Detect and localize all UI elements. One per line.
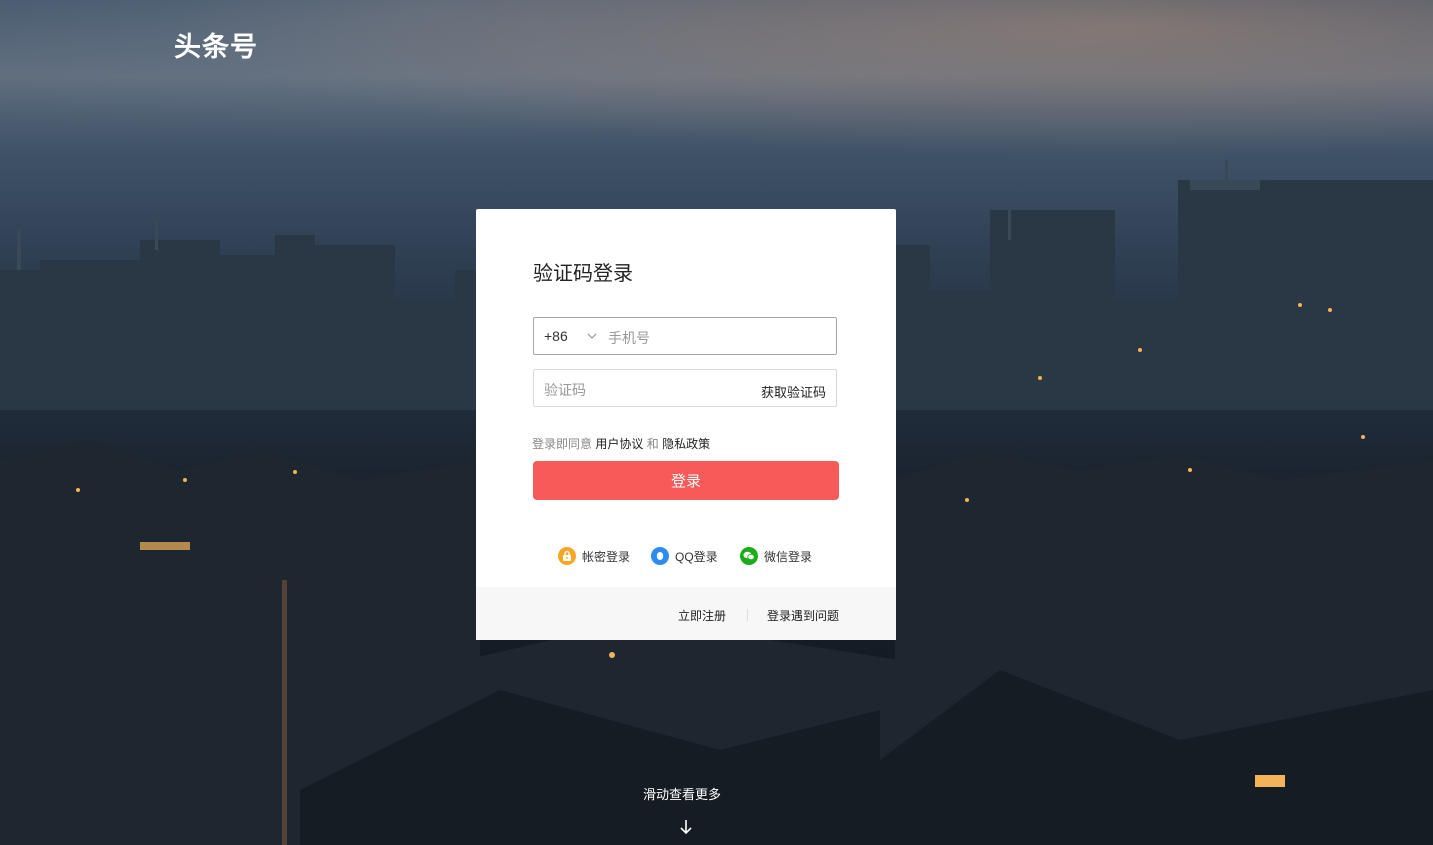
login-card: 验证码登录 +86 手机号 验证码 获取验证码 登录即同意 用户协议 和 隐私政… xyxy=(476,209,896,640)
chevron-down-icon[interactable] xyxy=(586,330,598,342)
get-code-button[interactable]: 获取验证码 xyxy=(761,382,826,401)
password-login-label: 帐密登录 xyxy=(582,549,631,564)
register-link[interactable]: 立即注册 xyxy=(678,607,726,624)
qq-login-option[interactable]: QQ登录 xyxy=(651,547,718,565)
qq-icon xyxy=(651,547,669,565)
agree-prefix: 登录即同意 xyxy=(532,437,593,451)
phone-field: +86 手机号 xyxy=(533,317,837,355)
privacy-policy-link[interactable]: 隐私政策 xyxy=(662,437,710,451)
code-field: 验证码 获取验证码 xyxy=(533,369,837,407)
arrow-down-icon[interactable] xyxy=(678,818,694,836)
wechat-login-label: 微信登录 xyxy=(764,549,813,564)
agreement-text: 登录即同意 用户协议 和 隐私政策 xyxy=(532,435,710,452)
phone-input[interactable]: 手机号 xyxy=(608,328,650,348)
wechat-icon xyxy=(740,547,758,565)
wechat-login-option[interactable]: 微信登录 xyxy=(740,547,812,565)
password-login-option[interactable]: 帐密登录 xyxy=(558,547,630,565)
toutiao-logo[interactable]: 头条号 xyxy=(174,25,258,64)
qq-login-label: QQ登录 xyxy=(675,549,718,564)
country-code-select[interactable]: +86 xyxy=(544,328,568,344)
scroll-hint[interactable]: 滑动查看更多 xyxy=(643,784,721,803)
login-button[interactable]: 登录 xyxy=(533,461,839,500)
agree-and: 和 xyxy=(646,437,659,451)
lock-icon xyxy=(558,547,576,565)
login-title: 验证码登录 xyxy=(533,263,633,285)
code-input[interactable]: 验证码 xyxy=(544,380,586,400)
login-problem-link[interactable]: 登录遇到问题 xyxy=(767,607,839,624)
footer-divider xyxy=(747,609,748,621)
login-card-footer: 立即注册 登录遇到问题 xyxy=(476,587,896,640)
user-agreement-link[interactable]: 用户协议 xyxy=(595,437,643,451)
